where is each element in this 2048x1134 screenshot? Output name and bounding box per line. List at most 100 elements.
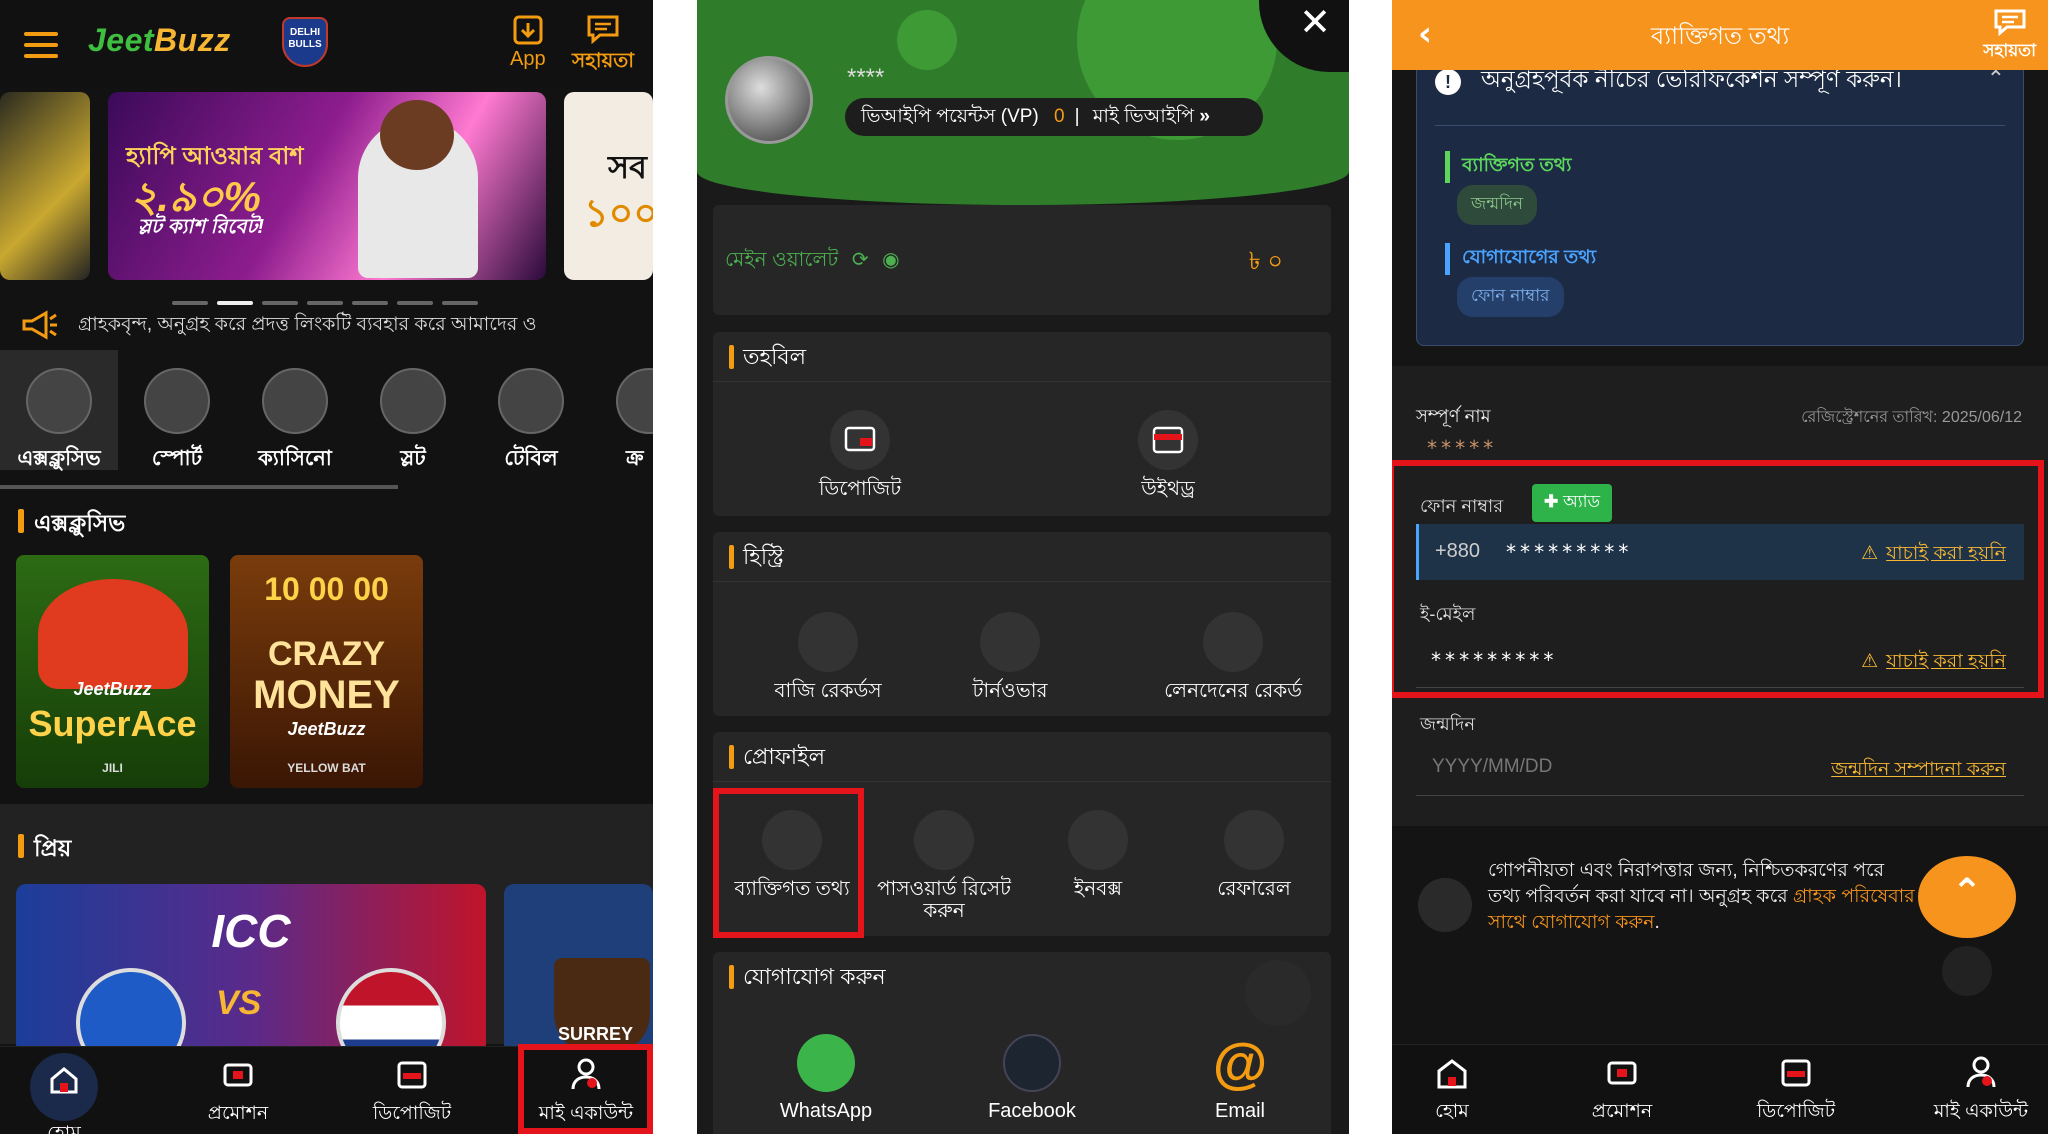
nav-promotion[interactable]: প্রমোশন	[178, 1057, 298, 1131]
email-verify-link[interactable]: ⚠ যাচাই করা হয়নি	[1861, 647, 2006, 679]
facebook-button[interactable]: Facebook	[957, 1034, 1107, 1123]
gift-icon	[1607, 1061, 1637, 1085]
menu-icon[interactable]	[24, 32, 58, 65]
contact-title: যোগাযোগ করুন	[713, 952, 1331, 1002]
category-scrollbar[interactable]	[0, 485, 398, 489]
bottom-nav: হোম প্রমোশন ডিপোজিট মাই একাউন্ট	[0, 1046, 653, 1134]
info-form: সম্পূর্ণ নাম রেজিস্ট্রেশনের তারিখ: 2025/…	[1392, 366, 2048, 826]
bet-records-button[interactable]: বাজি রেকর্ডস	[743, 612, 913, 702]
phone-verify-link[interactable]: ⚠ যাচাই করা হয়নি	[1861, 539, 2006, 571]
nav-deposit[interactable]: ডিপোজিট	[1736, 1055, 1856, 1129]
tab-slot[interactable]: স্লট	[354, 350, 472, 470]
table-icon	[498, 368, 564, 434]
game-provider: YELLOW BAT	[287, 761, 366, 775]
transaction-records-button[interactable]: লেনদেনের রেকর্ড	[1133, 612, 1333, 702]
game-title-b: MONEY	[253, 673, 400, 717]
plus-icon: ✚	[1544, 492, 1563, 511]
personal-info-button[interactable]: ব্যাক্তিগত তথ্য	[717, 810, 867, 900]
wallet-card: মেইন ওয়ালেট ⟳ ◉ ৳ ০	[713, 205, 1331, 315]
fav-card-surrey[interactable]: SURREY	[504, 884, 653, 1054]
password-reset-button[interactable]: পাসওয়ার্ড রিসেট করুন	[869, 810, 1019, 922]
phone-field[interactable]: +880 ********* ⚠ যাচাই করা হয়নি	[1416, 524, 2024, 580]
personal-info-screen: ! অনুগ্রহপূর্বক নীচের ভেরিফিকেশন সম্পূর্…	[1392, 0, 2048, 1134]
withdraw-button[interactable]: উইথড্র	[1093, 410, 1243, 500]
dob-placeholder: YYYY/MM/DD	[1432, 756, 1553, 777]
dob-field[interactable]: YYYY/MM/DD জন্মদিন সম্পাদনা করুন	[1416, 740, 2024, 796]
help-label: সহায়তা	[572, 50, 635, 72]
contact-info-heading: যোগাযোগের তথ্য	[1445, 243, 1596, 275]
eye-icon[interactable]: ◉	[882, 249, 899, 271]
privacy-note: গোপনীয়তা এবং নিরাপত্তার জন্য, নিশ্চিতকর…	[1392, 826, 2048, 1044]
star-icon	[26, 368, 92, 434]
home-screen: JeetBuzz DELHI BULLS App সহায়তা হ্যাপি …	[0, 0, 653, 1134]
banner-line3: স্লট ক্যাশ রিবেট!	[138, 216, 265, 238]
inbox-button[interactable]: ইনবক্স	[1023, 810, 1173, 900]
promo-banner[interactable]: হ্যাপি আওয়ার বাশ ২.৯০% স্লট ক্যাশ রিবেট…	[108, 92, 546, 280]
whatsapp-button[interactable]: WhatsApp	[751, 1034, 901, 1123]
phone-label: ফোন নাম্বার	[1420, 496, 1504, 516]
nav-home[interactable]: হোম	[4, 1053, 124, 1134]
whatsapp-label: WhatsApp	[779, 1100, 873, 1122]
tab-casino[interactable]: ক্যাসিনো	[236, 350, 354, 470]
vip-points-value: 0	[1054, 106, 1065, 127]
nav-label: প্রমোশন	[1591, 1101, 1653, 1122]
game-crazy-money[interactable]: 10 00 00 CRAZY MONEY JeetBuzz YELLOW BAT	[230, 555, 423, 788]
nav-promotion[interactable]: প্রমোশন	[1562, 1055, 1682, 1129]
nav-my-account[interactable]: মাই একাউন্ট	[1914, 1055, 2048, 1129]
tab-label: এক্সক্লুসিভ	[17, 447, 101, 470]
tab-exclusive[interactable]: এক্সক্লুসিভ	[0, 350, 118, 470]
email-label: ই-মেইল	[1420, 604, 1476, 624]
nav-my-account[interactable]: মাই একাউন্ট	[526, 1057, 646, 1131]
email-field[interactable]: ********* ⚠ যাচাই করা হয়নি	[1416, 632, 2024, 688]
tab-label: ক্যাসিনো	[258, 447, 332, 470]
tab-more[interactable]: ক্র	[590, 350, 653, 470]
app-download-button[interactable]: App	[510, 14, 546, 71]
tab-table[interactable]: টেবিল	[472, 350, 590, 470]
turnover-icon	[980, 612, 1040, 672]
email-button[interactable]: @ Email	[1165, 1034, 1315, 1123]
refresh-icon[interactable]: ⟳	[852, 249, 869, 271]
registration-date: রেজিস্ট্রেশনের তারিখ: 2025/06/12	[1801, 409, 2022, 426]
headset-icon	[1418, 878, 1472, 932]
dob-tag[interactable]: জন্মদিন	[1457, 185, 1538, 225]
announcement-text: গ্রাহকবৃন্দ, অনুগ্রহ করে প্রদত্ত লিংকটি …	[78, 314, 537, 335]
jester-hat-icon	[38, 579, 188, 689]
profile-card: প্রোফাইল ব্যাক্তিগত তথ্য পাসওয়ার্ড রিসে…	[713, 732, 1331, 936]
banner-prev[interactable]	[0, 92, 90, 280]
tab-sport[interactable]: স্পোর্ট	[118, 350, 236, 470]
my-vip-link[interactable]: মাই ভিআইপি	[1093, 106, 1194, 127]
help-button[interactable]: সহায়তা	[1983, 8, 2036, 66]
fav-card-title: ICC	[211, 905, 291, 957]
game-title-a: CRAZY	[267, 635, 386, 673]
info-icon: !	[1435, 69, 1461, 95]
banner-player-head	[380, 100, 454, 170]
jeetbuzz-logo[interactable]: JeetBuzz	[88, 22, 231, 59]
group-icon	[1224, 810, 1284, 870]
verify-notice: অনুগ্রহপূর্বক নীচের ভেরিফিকেশন সম্পূর্ণ …	[1481, 66, 1902, 92]
help-button[interactable]: সহায়তা	[572, 14, 634, 79]
phone-tag[interactable]: ফোন নাম্বার	[1457, 277, 1564, 317]
add-phone-button[interactable]: ✚ অ্যাড	[1532, 484, 1613, 522]
game-provider: JILI	[102, 761, 123, 775]
announcement-bar[interactable]: গ্রাহকবৃন্দ, অনুগ্রহ করে প্রদত্ত লিংকটি …	[0, 300, 653, 350]
game-super-ace[interactable]: JeetBuzz SuperAce JILI	[16, 555, 209, 788]
collapse-chevron-icon[interactable]: ⌃	[1987, 67, 2005, 92]
favorites-section: প্রিয় ICC VS SURREY	[0, 804, 653, 1078]
section-exclusive-title: এক্সক্লুসিভ	[18, 505, 125, 544]
referral-button[interactable]: রেফারেল	[1179, 810, 1329, 900]
turnover-label: টার্নওভার	[972, 680, 1048, 702]
history-title: হিস্ট্রি	[713, 532, 1331, 582]
nav-home[interactable]: হোম	[1392, 1055, 1512, 1129]
vip-bar[interactable]: ভিআইপি পয়েন্টস (VP) 0 | মাই ভিআইপি »	[845, 98, 1263, 136]
deposit-button[interactable]: ডিপোজিট	[785, 410, 935, 500]
dob-edit-link[interactable]: জন্মদিন সম্পাদনা করুন	[1831, 755, 2006, 787]
turnover-button[interactable]: টার্নওভার	[935, 612, 1085, 702]
banner-next[interactable]: সব ১০০	[564, 92, 653, 280]
close-icon: ✕	[1299, 0, 1331, 44]
scroll-top-button[interactable]: ⌃	[1918, 856, 2016, 938]
fav-card-icc[interactable]: ICC VS	[16, 884, 486, 1078]
top-bar: JeetBuzz DELHI BULLS App সহায়তা	[0, 0, 653, 88]
nav-deposit[interactable]: ডিপোজিট	[352, 1057, 472, 1131]
home-icon	[30, 1053, 98, 1121]
fav-card-vs: VS	[216, 984, 262, 1022]
